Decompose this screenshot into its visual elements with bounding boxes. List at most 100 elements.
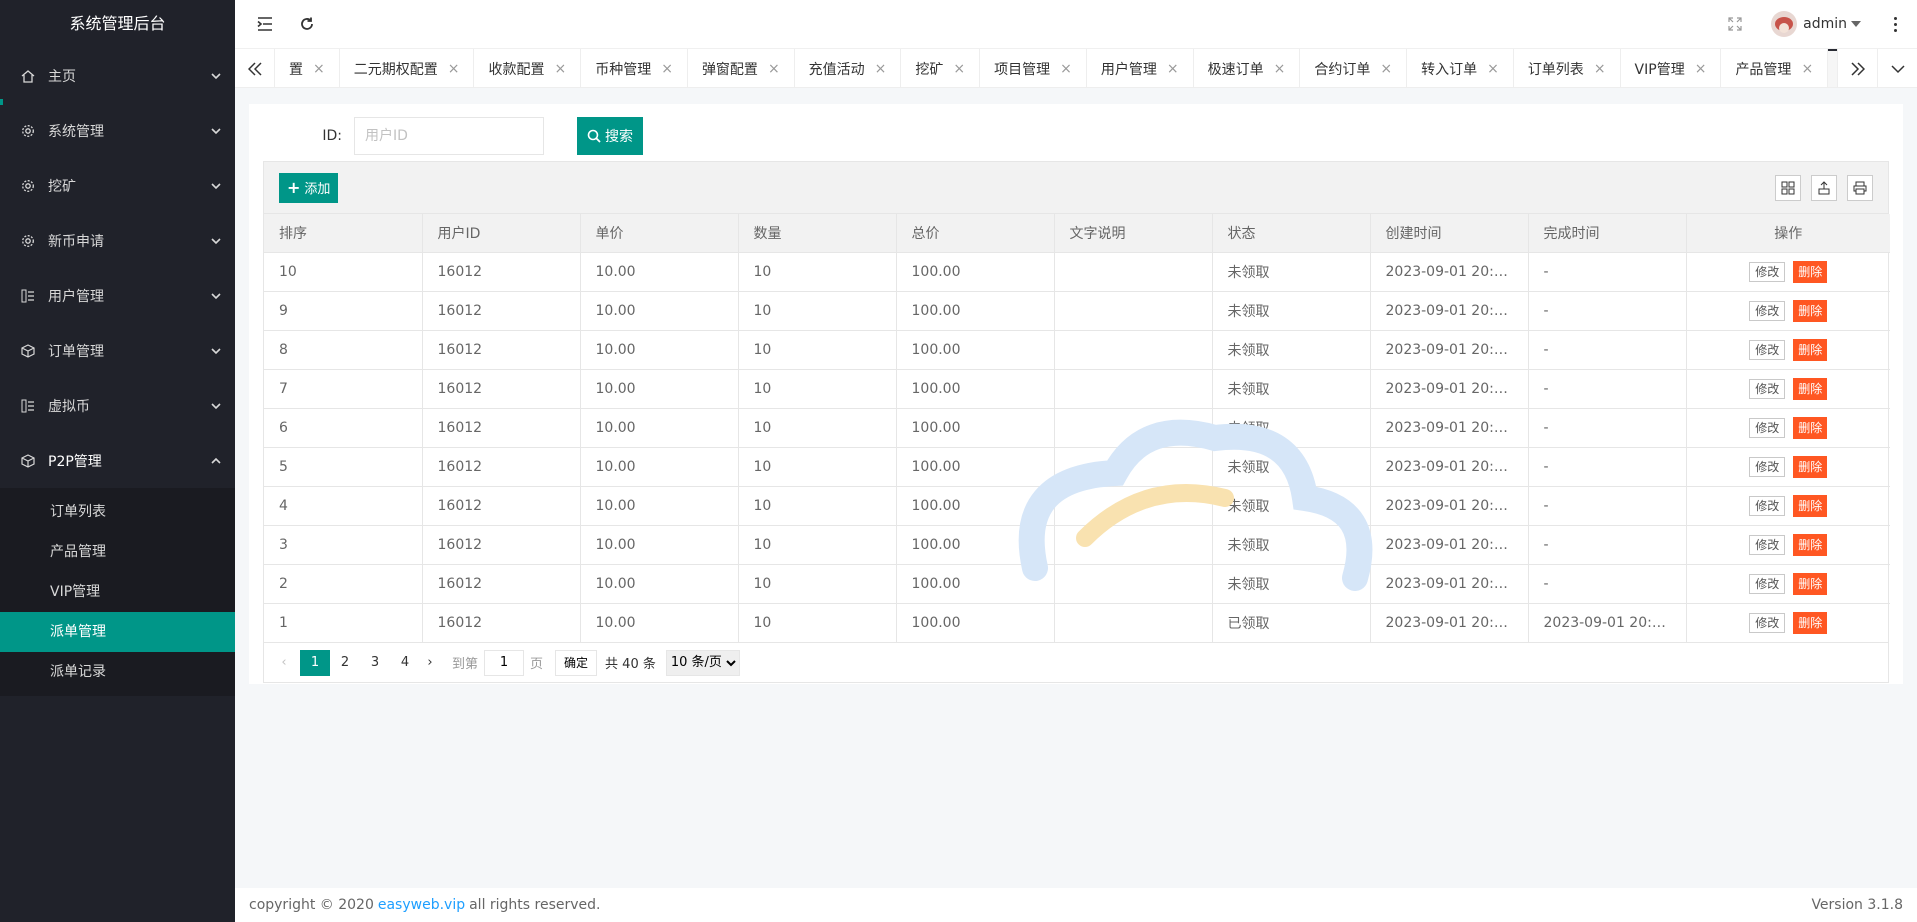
close-icon[interactable]: × [1380,61,1392,77]
close-icon[interactable]: × [448,61,460,77]
tab-item[interactable]: 弹窗配置 × [688,49,795,87]
close-icon[interactable]: × [1695,61,1707,77]
sidebar-item-label: 挖矿 [48,178,76,195]
submenu-item[interactable]: 派单记录 [0,652,235,692]
columns-filter-icon[interactable] [1775,174,1801,201]
tab-item[interactable]: 挖矿 × [901,49,981,87]
submenu-item[interactable]: 产品管理 [0,532,235,572]
tab-item[interactable]: 项目管理 × [980,49,1087,87]
tabs-scroll-left-icon[interactable] [235,49,275,89]
sidebar-item-2[interactable]: 挖矿 [0,158,235,213]
sidebar-item-4[interactable]: 用户管理 [0,268,235,323]
tab-label: 收款配置 [488,62,545,78]
table-cell: 10.00 [580,369,739,409]
prev-page-icon[interactable]: ‹ [274,655,294,670]
close-icon[interactable]: × [875,61,887,77]
tab-item[interactable]: 转入订单 × [1407,49,1514,87]
menu-toggle-icon[interactable] [253,12,277,36]
next-page-icon[interactable]: › [420,655,440,670]
close-icon[interactable]: × [554,61,566,77]
delete-button[interactable]: 删除 [1793,533,1828,556]
tab-item[interactable]: 二元期权配置 × [340,49,475,87]
close-icon[interactable]: × [1274,61,1286,77]
edit-button[interactable]: 修改 [1749,456,1786,477]
tab-item[interactable]: VIP管理 × [1621,49,1722,87]
edit-button[interactable]: 修改 [1749,261,1786,282]
delete-button[interactable]: 删除 [1793,260,1828,283]
print-icon[interactable] [1847,174,1873,201]
submenu-item[interactable]: 派单管理 [0,612,235,652]
table-cell: 16012 [422,564,581,604]
user-menu[interactable]: admin [1771,11,1861,37]
close-icon[interactable]: × [1594,61,1606,77]
sidebar-item-0[interactable]: 主页 [0,48,235,105]
edit-button[interactable]: 修改 [1749,339,1786,360]
add-button[interactable]: + 添加 [279,172,339,203]
edit-button[interactable]: 修改 [1749,300,1786,321]
sidebar-item-5[interactable]: 订单管理 [0,323,235,378]
delete-button[interactable]: 删除 [1793,299,1828,322]
tab-item[interactable]: 订单列表 × [1514,49,1621,87]
tabs-dropdown-icon[interactable] [1877,49,1917,89]
close-icon[interactable]: × [1487,61,1499,77]
close-icon[interactable]: × [1167,61,1179,77]
edit-button[interactable]: 修改 [1749,495,1786,516]
tab-item[interactable]: 置 × [275,49,340,87]
table-cell: 100.00 [896,447,1055,487]
delete-button[interactable]: 删除 [1793,377,1828,400]
copyright-text: copyright © 2020 [249,897,374,913]
edit-button[interactable]: 修改 [1749,417,1786,438]
goto-page-input[interactable] [484,649,525,676]
tabs-scroll-right-icon[interactable] [1837,49,1877,89]
sidebar-item-1[interactable]: 系统管理 [0,103,235,158]
close-icon[interactable]: × [1801,61,1813,77]
table-cell: 16012 [422,525,581,565]
goto-confirm-button[interactable]: 确定 [555,649,598,676]
page-number[interactable]: 4 [390,650,420,676]
close-icon[interactable]: × [661,61,673,77]
tab-item[interactable]: 极速订单 × [1194,49,1301,87]
delete-button[interactable]: 删除 [1793,455,1828,478]
refresh-icon[interactable] [295,12,319,36]
edit-button[interactable]: 修改 [1749,378,1786,399]
table-cell: 2023-09-01 20:11... [1370,447,1529,487]
tab-item[interactable]: 充值活动 × [795,49,902,87]
edit-button[interactable]: 修改 [1749,612,1786,633]
page-number[interactable]: 3 [360,650,390,676]
delete-button[interactable]: 删除 [1793,338,1828,361]
tab-item[interactable]: 合约订单 × [1300,49,1408,87]
submenu-item[interactable]: 订单列表 [0,492,235,532]
close-icon[interactable]: × [313,61,325,77]
delete-button[interactable]: 删除 [1793,611,1828,634]
delete-button[interactable]: 删除 [1793,416,1828,439]
tab-item[interactable]: 用户管理 × [1087,49,1194,87]
close-icon[interactable]: × [768,61,780,77]
search-button[interactable]: 搜索 [577,117,643,155]
export-icon[interactable] [1811,174,1837,201]
delete-button[interactable]: 删除 [1793,494,1828,517]
edit-button[interactable]: 修改 [1749,534,1786,555]
tab-item[interactable]: 币种管理 × [581,49,688,87]
footer-link[interactable]: easyweb.vip [378,897,465,913]
fullscreen-icon[interactable] [1725,14,1745,34]
page-number[interactable]: 1 [300,649,330,676]
submenu-item[interactable]: VIP管理 [0,572,235,612]
edit-button[interactable]: 修改 [1749,573,1786,594]
sidebar-item-6[interactable]: 虚拟币 [0,378,235,433]
tab-item[interactable]: 产品管理 × [1721,49,1829,87]
sidebar-item-7[interactable]: P2P管理 [0,433,235,488]
page-number[interactable]: 2 [330,650,360,676]
sidebar-item-3[interactable]: 新币申请 [0,213,235,268]
more-vertical-icon[interactable] [1887,14,1903,34]
delete-button[interactable]: 删除 [1793,572,1828,595]
page-size-select[interactable]: 10 条/页 [665,649,740,676]
tab-item[interactable]: 收款配置 × [474,49,582,87]
tab-item[interactable]: 派单管理× [1828,49,1837,87]
user-id-input[interactable] [354,117,544,155]
table-cell: 1 [264,603,423,642]
chevron-down-icon [211,182,221,189]
table-cell: 100.00 [896,603,1055,642]
close-icon[interactable]: × [1060,61,1072,77]
table-cell: 10 [738,369,897,409]
close-icon[interactable]: × [953,61,965,77]
